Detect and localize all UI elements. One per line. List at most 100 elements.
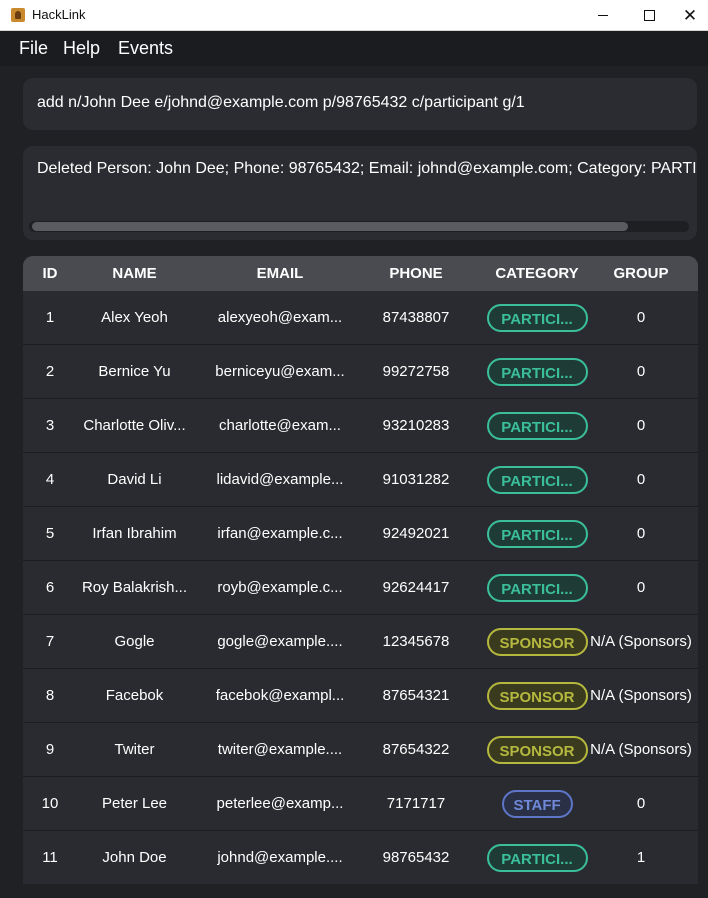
cell-group: 0 — [636, 417, 646, 434]
cell-name: John Doe — [102, 849, 167, 866]
category-badge: SPONSOR — [486, 682, 588, 711]
cell-id: 10 — [41, 795, 59, 812]
column-header-email[interactable]: EMAIL — [209, 256, 351, 291]
table-row[interactable]: 1 Alex Yeoh alexyeoh@exam... 87438807 PARTIC… — [23, 291, 698, 345]
command-input[interactable]: add n/John Dee e/johnd@example.com p/987… — [23, 78, 697, 130]
cell-phone: 92624417 — [382, 579, 450, 596]
cell-email: charlotte@exam... — [219, 417, 341, 434]
maximize-button[interactable] — [626, 0, 672, 30]
command-text: add n/John Dee e/johnd@example.com p/987… — [37, 94, 525, 111]
cell-phone: 12345678 — [382, 633, 450, 650]
column-header-group[interactable]: GROUP — [586, 256, 696, 291]
category-badge: PARTICI... — [486, 574, 588, 603]
close-button[interactable]: ✕ — [672, 0, 708, 30]
cell-group: 0 — [636, 309, 646, 326]
cell-phone: 92492021 — [382, 525, 450, 542]
cell-id: 5 — [45, 525, 55, 542]
menu-file[interactable]: File — [19, 38, 48, 59]
cell-email: royb@example.c... — [217, 579, 343, 596]
column-header-id[interactable]: ID — [23, 256, 77, 291]
cell-category: PARTICI... — [474, 291, 600, 344]
column-header-phone[interactable]: PHONE — [366, 256, 466, 291]
table-row[interactable]: 8 Facebok facebok@exampl... 87654321 SPONSOR… — [23, 669, 698, 723]
result-scrollbar-thumb[interactable] — [32, 222, 628, 231]
cell-group: N/A (Sponsors) — [590, 687, 692, 704]
minimize-button[interactable] — [580, 0, 626, 30]
cell-group: 0 — [636, 471, 646, 488]
maximize-icon — [643, 9, 655, 21]
menu-help[interactable]: Help — [63, 38, 100, 59]
category-badge: PARTICI... — [486, 412, 588, 441]
cell-category: SPONSOR — [474, 669, 600, 722]
cell-id: 3 — [45, 417, 55, 434]
column-header-name[interactable]: NAME — [77, 256, 192, 291]
cell-email: twiter@example.... — [217, 741, 343, 758]
cell-phone: 99272758 — [382, 363, 450, 380]
cell-name: Charlotte Oliv... — [83, 417, 186, 434]
app-icon — [11, 8, 25, 22]
column-header-category[interactable]: CATEGORY — [474, 256, 600, 291]
cell-category: PARTICI... — [474, 345, 600, 398]
cell-group: 0 — [636, 363, 646, 380]
cell-category: PARTICI... — [474, 831, 600, 884]
result-display: Deleted Person: John Dee; Phone: 9876543… — [23, 146, 697, 240]
cell-category: PARTICI... — [474, 453, 600, 506]
close-icon: ✕ — [682, 5, 698, 25]
table-row[interactable]: 9 Twiter twiter@example.... 87654322 SPONSOR… — [23, 723, 698, 777]
cell-id: 1 — [45, 309, 55, 326]
cell-id: 7 — [45, 633, 55, 650]
cell-group: 0 — [636, 795, 646, 812]
table-row[interactable]: 2 Bernice Yu berniceyu@exam... 99272758 PART… — [23, 345, 698, 399]
cell-category: STAFF — [474, 777, 600, 830]
category-badge: PARTICI... — [486, 844, 588, 873]
table-row[interactable]: 7 Gogle gogle@example.... 12345678 SPONSOR N/… — [23, 615, 698, 669]
result-text: Deleted Person: John Dee; Phone: 9876543… — [37, 160, 697, 177]
cell-group: 0 — [636, 579, 646, 596]
cell-group: N/A (Sponsors) — [590, 741, 692, 758]
cell-group: 0 — [636, 525, 646, 542]
category-badge: PARTICI... — [486, 304, 588, 333]
table-row[interactable]: 4 David Li lidavid@example... 91031282 PARTI… — [23, 453, 698, 507]
cell-email: johnd@example.... — [217, 849, 343, 866]
result-scrollbar[interactable] — [29, 221, 689, 232]
category-badge: PARTICI... — [486, 520, 588, 549]
title-bar: HackLink ✕ — [0, 0, 708, 31]
category-badge: PARTICI... — [486, 358, 588, 387]
menu-bar: File Help Events — [0, 31, 708, 66]
cell-email: lidavid@example... — [216, 471, 344, 488]
cell-name: Twiter — [114, 741, 155, 758]
cell-id: 4 — [45, 471, 55, 488]
cell-id: 2 — [45, 363, 55, 380]
cell-name: Facebok — [105, 687, 164, 704]
cell-phone: 87654322 — [382, 741, 450, 758]
cell-name: Alex Yeoh — [101, 309, 168, 326]
cell-name: Bernice Yu — [98, 363, 171, 380]
cell-email: irfan@example.c... — [217, 525, 343, 542]
cell-name: David Li — [107, 471, 162, 488]
cell-email: berniceyu@exam... — [215, 363, 345, 380]
cell-name: Irfan Ibrahim — [92, 525, 177, 542]
cell-phone: 87654321 — [382, 687, 450, 704]
menu-events[interactable]: Events — [118, 38, 173, 59]
table-header: ID NAME EMAIL PHONE CATEGORY GROUP — [23, 256, 698, 291]
table-row[interactable]: 10 Peter Lee peterlee@examp... 7171717 STAFF… — [23, 777, 698, 831]
table-row[interactable]: 6 Roy Balakrish... royb@example.c... 926244… — [23, 561, 698, 615]
cell-category: SPONSOR — [474, 615, 600, 668]
cell-phone: 91031282 — [382, 471, 450, 488]
cell-category: PARTICI... — [474, 507, 600, 560]
category-badge: PARTICI... — [486, 466, 588, 495]
cell-name: Gogle — [114, 633, 155, 650]
cell-phone: 87438807 — [382, 309, 450, 326]
cell-name: Roy Balakrish... — [81, 579, 188, 596]
table-row[interactable]: 3 Charlotte Oliv... charlotte@exam... 93210… — [23, 399, 698, 453]
table-row[interactable]: 11 John Doe johnd@example.... 98765432 PARTI… — [23, 831, 698, 884]
cell-email: facebok@exampl... — [215, 687, 345, 704]
table-row[interactable]: 5 Irfan Ibrahim irfan@example.c... 92492021… — [23, 507, 698, 561]
cell-id: 9 — [45, 741, 55, 758]
person-table: ID NAME EMAIL PHONE CATEGORY GROUP 1 Alex… — [23, 256, 698, 884]
category-badge: SPONSOR — [486, 736, 588, 765]
cell-name: Peter Lee — [101, 795, 168, 812]
category-badge: STAFF — [501, 790, 573, 819]
window-title: HackLink — [32, 7, 86, 22]
category-badge: SPONSOR — [486, 628, 588, 657]
